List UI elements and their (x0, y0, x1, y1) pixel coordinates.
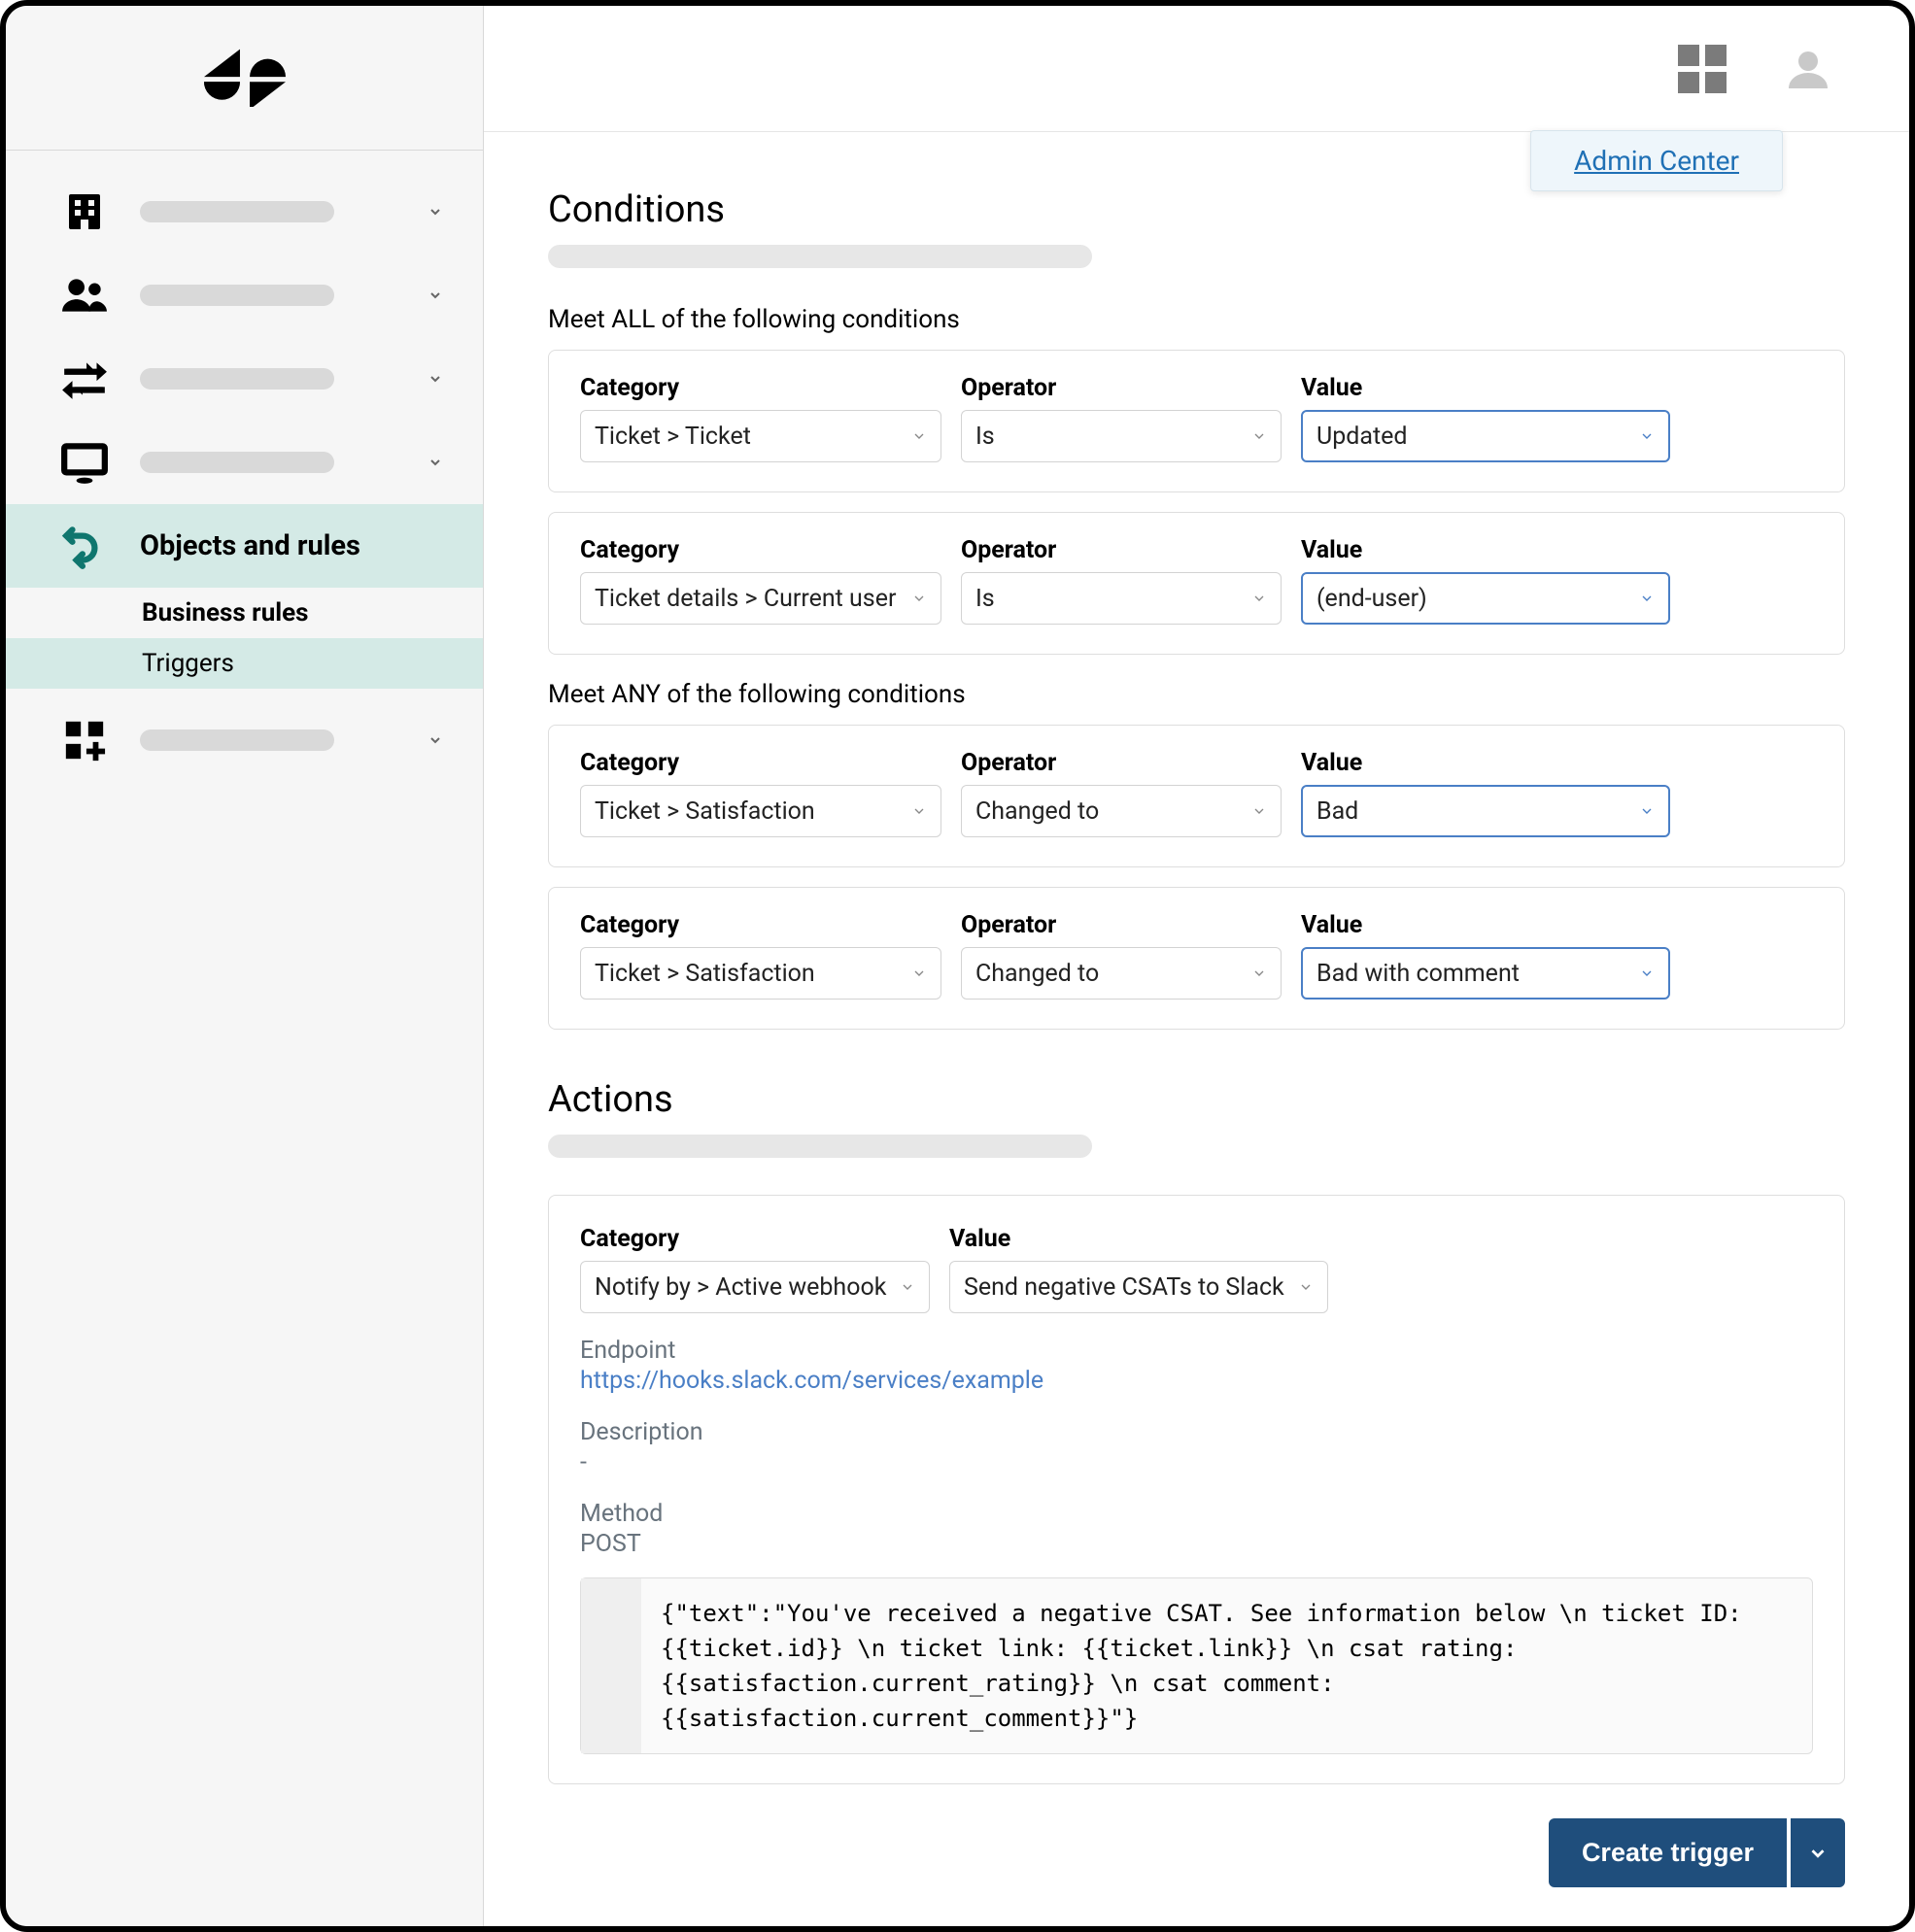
topbar: Admin Center (484, 6, 1909, 132)
select-category[interactable]: Ticket > Ticket (580, 410, 941, 462)
apps-popover: Admin Center (1530, 130, 1783, 191)
chevron-down-icon (1639, 423, 1655, 451)
chevron-down-icon (1298, 1273, 1314, 1302)
create-trigger-more-button[interactable] (1791, 1818, 1845, 1887)
sidebar: Objects and rules Business rules Trigger… (6, 6, 484, 1926)
label-value: Value (1301, 536, 1670, 564)
chevron-down-icon (1639, 960, 1655, 988)
endpoint-label: Endpoint (580, 1337, 1813, 1365)
select-operator[interactable]: Is (961, 572, 1282, 625)
label-category: Category (580, 911, 941, 939)
label-operator: Operator (961, 536, 1282, 564)
select-category[interactable]: Ticket details > Current user (580, 572, 941, 625)
label-operator: Operator (961, 374, 1282, 402)
chevron-down-icon (900, 1273, 915, 1302)
select-value[interactable]: Bad (1301, 785, 1670, 837)
select-value[interactable]: Bad with comment (1301, 947, 1670, 1000)
chevron-down-icon (1251, 423, 1267, 451)
label-category: Category (580, 749, 941, 777)
logo (6, 6, 483, 150)
select-value[interactable]: Updated (1301, 410, 1670, 462)
code-gutter (581, 1578, 641, 1753)
placeholder (140, 285, 334, 306)
description-label: Description (580, 1418, 1813, 1446)
select-operator[interactable]: Changed to (961, 785, 1282, 837)
chevron-down-icon (423, 199, 448, 224)
meet-all-label: Meet ALL of the following conditions (548, 305, 1845, 334)
apps-add-icon (58, 714, 111, 766)
sidebar-item-label: Objects and rules (140, 529, 360, 562)
actions-title: Actions (548, 1078, 1845, 1121)
method-label: Method (580, 1500, 1813, 1528)
conditions-title: Conditions (548, 188, 1845, 231)
meet-any-label: Meet ANY of the following conditions (548, 680, 1845, 709)
select-category[interactable]: Ticket > Satisfaction (580, 785, 941, 837)
body-content: {"text":"You've received a negative CSAT… (641, 1578, 1812, 1753)
label-value: Value (1301, 911, 1670, 939)
chevron-down-icon (1251, 960, 1267, 988)
select-category[interactable]: Ticket > Satisfaction (580, 947, 941, 1000)
admin-center-link[interactable]: Admin Center (1574, 145, 1739, 177)
chevron-down-icon (911, 423, 927, 451)
chevron-down-icon (423, 366, 448, 391)
create-trigger-button[interactable]: Create trigger (1549, 1818, 1787, 1887)
transfer-icon (58, 353, 111, 405)
placeholder (548, 245, 1092, 268)
sidebar-item-1[interactable] (6, 170, 483, 254)
chevron-down-icon (423, 728, 448, 753)
placeholder (140, 729, 334, 751)
footer: Create trigger (484, 1818, 1909, 1926)
chevron-down-icon (1639, 797, 1655, 826)
apps-menu-icon[interactable] (1678, 45, 1727, 93)
select-action-value[interactable]: Send negative CSATs to Slack (949, 1261, 1328, 1313)
content: Conditions Meet ALL of the following con… (484, 132, 1909, 1818)
description-value: - (580, 1448, 1813, 1476)
building-icon (58, 186, 111, 238)
sidebar-item-2[interactable] (6, 254, 483, 337)
label-category: Category (580, 374, 941, 402)
sidebar-item-3[interactable] (6, 337, 483, 421)
chevron-down-icon (1251, 585, 1267, 613)
sidebar-sub-business-rules[interactable]: Business rules (6, 588, 483, 638)
label-category: Category (580, 1225, 930, 1253)
condition-all-1: Category Ticket > Ticket Operator Is (548, 350, 1845, 492)
select-action-category[interactable]: Notify by > Active webhook (580, 1261, 930, 1313)
select-operator[interactable]: Changed to (961, 947, 1282, 1000)
action-card: Category Notify by > Active webhook Valu… (548, 1195, 1845, 1784)
condition-all-2: Category Ticket details > Current user O… (548, 512, 1845, 655)
sidebar-item-4[interactable] (6, 421, 483, 504)
chevron-down-icon (911, 797, 927, 826)
label-category: Category (580, 536, 941, 564)
method-value: POST (580, 1530, 1813, 1558)
select-operator[interactable]: Is (961, 410, 1282, 462)
body-code-box[interactable]: {"text":"You've received a negative CSAT… (580, 1577, 1813, 1754)
placeholder (548, 1135, 1092, 1158)
profile-icon[interactable] (1785, 46, 1831, 92)
placeholder (140, 201, 334, 222)
rules-icon (58, 520, 111, 572)
chevron-down-icon (423, 283, 448, 308)
label-operator: Operator (961, 749, 1282, 777)
label-value: Value (1301, 749, 1670, 777)
chevron-down-icon (911, 585, 927, 613)
select-value[interactable]: (end-user) (1301, 572, 1670, 625)
condition-any-2: Category Ticket > Satisfaction Operator … (548, 887, 1845, 1030)
label-value: Value (949, 1225, 1328, 1253)
sidebar-sub-triggers[interactable]: Triggers (6, 638, 483, 689)
main: Admin Center Conditions Meet ALL of the … (484, 6, 1909, 1926)
chevron-down-icon (1639, 585, 1655, 613)
chevron-down-icon (1251, 797, 1267, 826)
chevron-down-icon (423, 450, 448, 475)
people-icon (58, 269, 111, 322)
monitor-icon (58, 436, 111, 489)
label-operator: Operator (961, 911, 1282, 939)
sidebar-item-6[interactable] (6, 698, 483, 782)
sidebar-item-objects-and-rules[interactable]: Objects and rules (6, 504, 483, 588)
condition-any-1: Category Ticket > Satisfaction Operator … (548, 725, 1845, 867)
label-value: Value (1301, 374, 1670, 402)
chevron-down-icon (911, 960, 927, 988)
endpoint-value: https://hooks.slack.com/services/example (580, 1367, 1813, 1395)
placeholder (140, 452, 334, 473)
placeholder (140, 368, 334, 390)
